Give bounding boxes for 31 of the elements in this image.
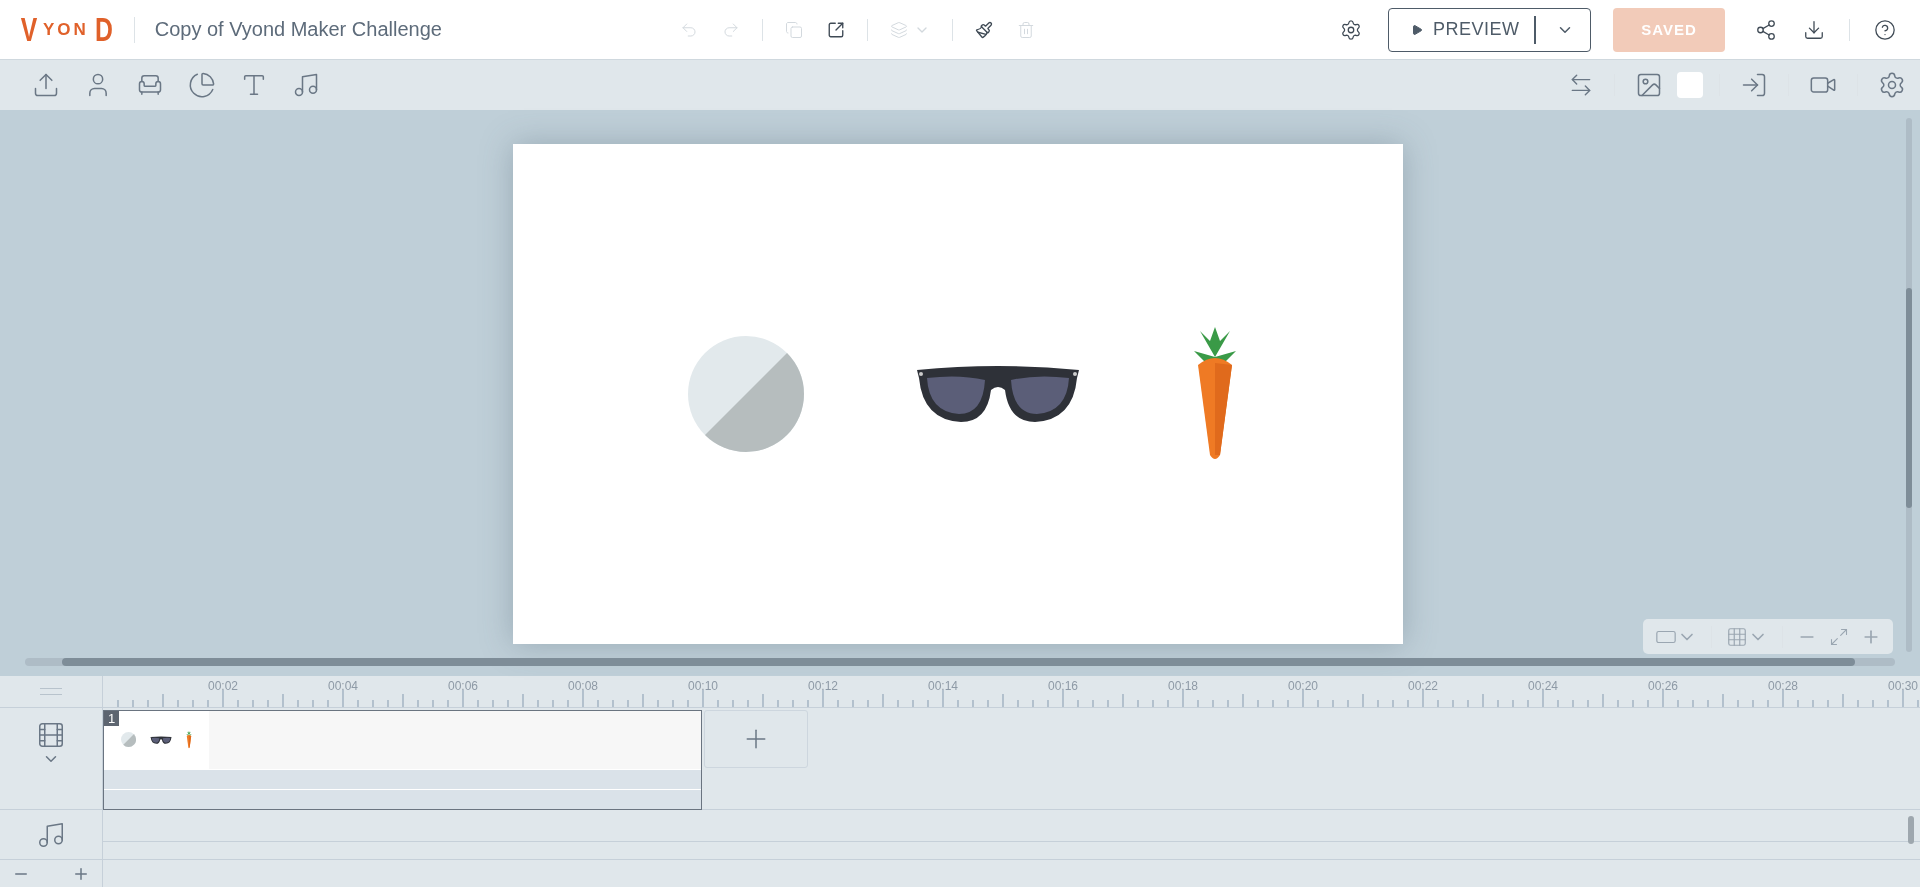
scene-block[interactable]: 1 [103,710,702,810]
time-label: 00:28 [1768,679,1798,693]
horizontal-scrollbar[interactable] [25,658,1895,666]
time-label: 00:16 [1048,679,1078,693]
time-label: 00:02 [208,679,238,693]
time-label: 00:14 [928,679,958,693]
time-label: 00:24 [1528,679,1558,693]
track-scrollbar[interactable] [1908,816,1914,844]
circle-drawing [120,732,137,748]
time-label: 00:18 [1168,679,1198,693]
project-title: Copy of Vyond Maker Challenge [154,18,442,41]
scene-stage[interactable] [513,144,1403,644]
time-label: 00:26 [1648,679,1678,693]
sunglasses-drawing [150,735,173,745]
scene-number: 1 [104,711,120,726]
timeline-ruler[interactable]: 00:02 00:04 00:06 00:08 00:10 00:12 00:14 00:16 00:18 00:20 00:22 00:24 00:26 00:28 00:30 [103,676,1920,708]
time-label: 00:08 [568,679,598,693]
time-label: 00:10 [688,679,718,693]
time-label: 00:06 [448,679,478,693]
preview-button[interactable]: PREVIEW [1388,7,1591,52]
vertical-scrollbar[interactable] [1906,118,1912,652]
time-label: 00:04 [328,679,358,693]
scenes-icon[interactable] [36,720,66,750]
resize-handle[interactable] [40,688,62,695]
time-label: 00:30 [1888,679,1918,693]
time-label: 00:12 [808,679,838,693]
play-icon [1411,23,1423,36]
carrot-drawing [186,731,192,749]
time-label: 00:20 [1288,679,1318,693]
background-color-swatch[interactable] [1677,72,1703,98]
time-label: 00:22 [1408,679,1438,693]
